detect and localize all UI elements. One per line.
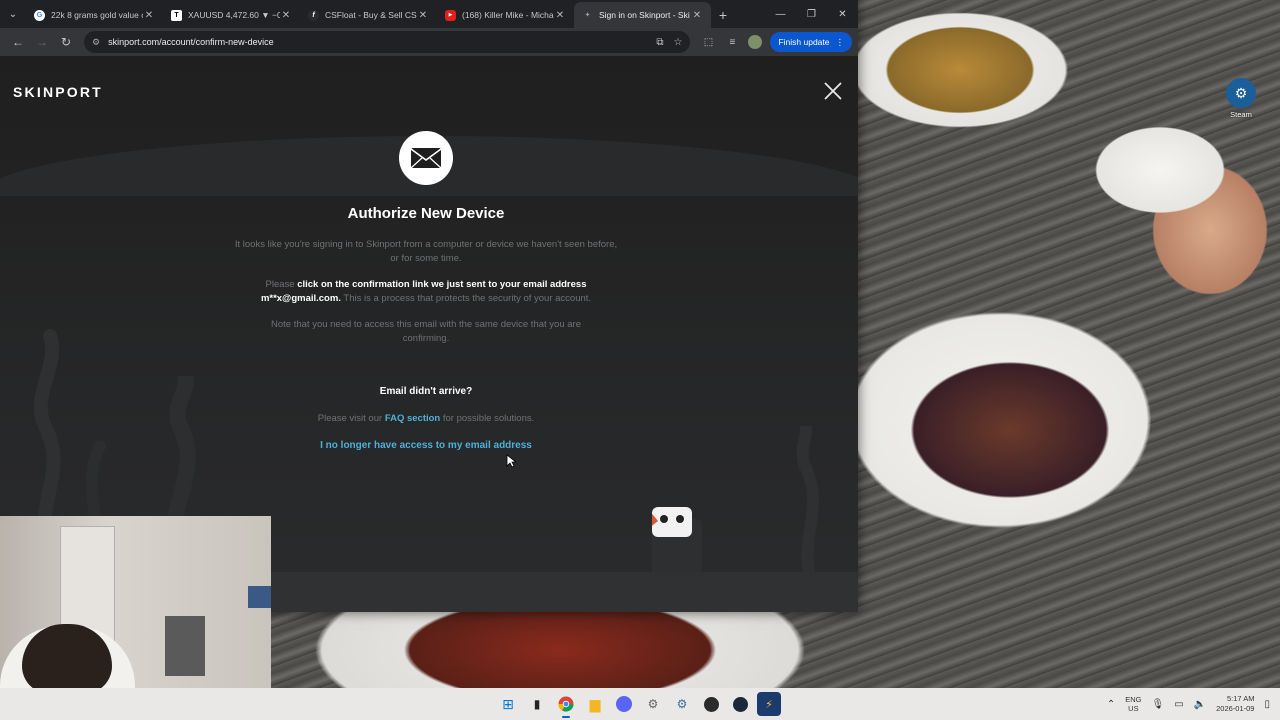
url-text: skinport.com/account/confirm-new-device [108, 37, 274, 47]
tab-strip: ⌄ G 22k 8 grams gold value c ✕ T XAUUSD … [0, 0, 858, 28]
auth-panel: Authorize New Device It looks like you'r… [226, 131, 626, 453]
steam-label: Steam [1230, 110, 1252, 119]
install-app-icon[interactable]: ⧉ [656, 37, 663, 48]
browser-toolbar: ← → ↻ ⚙ skinport.com/account/confirm-new… [0, 28, 858, 56]
restore-icon[interactable]: ❐ [796, 0, 827, 28]
finish-update-button[interactable]: Finish update ⋮ [770, 32, 852, 52]
start-windows-icon[interactable]: ⊞ [496, 692, 520, 716]
profile-avatar[interactable] [748, 35, 763, 49]
seaweed-right-icon [796, 426, 819, 576]
back-icon[interactable]: ← [6, 30, 30, 54]
bookmark-star-icon[interactable]: ☆ [673, 37, 682, 48]
instruction-prefix: Please [265, 279, 298, 290]
extensions-icon[interactable]: ⬚ [696, 30, 720, 54]
language-indicator[interactable]: ENG US [1125, 695, 1141, 713]
tradingview-icon: T [171, 9, 182, 21]
close-icon[interactable]: ✕ [280, 10, 292, 21]
clock-date: 2026-01-09 [1216, 704, 1255, 713]
close-icon[interactable]: ✕ [554, 10, 566, 21]
mouse-cursor-icon [506, 454, 516, 468]
tab-search-icon[interactable]: ⌄ [0, 0, 26, 28]
app-lightning-icon[interactable]: ⚡ [757, 692, 781, 716]
tab-title: Sign in on Skinport - Ski [599, 10, 690, 20]
network-icon[interactable]: ▭ [1174, 699, 1183, 710]
envelope-icon [399, 131, 453, 185]
close-icon[interactable]: ✕ [691, 10, 703, 21]
tab-title: CSFloat - Buy & Sell CS2 [325, 10, 417, 20]
volume-icon[interactable]: 🔈 [1194, 699, 1206, 710]
skinport-logo[interactable]: SKINPORT [13, 84, 103, 100]
google-icon: G [34, 9, 45, 21]
skinport-icon: ✦ [584, 12, 591, 19]
same-device-note: Note that you need to access this email … [271, 319, 581, 344]
webcam-head [22, 624, 112, 694]
tab-title: (168) Killer Mike - Micha [462, 10, 554, 20]
faq-prefix: Please visit our [317, 413, 385, 424]
steam-desktop-shortcut[interactable]: ⚙ Steam [1224, 78, 1258, 119]
steam-taskbar-icon[interactable] [728, 692, 752, 716]
address-bar[interactable]: ⚙ skinport.com/account/confirm-new-devic… [84, 31, 691, 53]
page-title: Authorize New Device [347, 205, 505, 222]
notifications-icon[interactable]: ▯ [1264, 699, 1270, 710]
close-icon[interactable]: ✕ [143, 10, 155, 21]
finish-update-label: Finish update [778, 37, 830, 47]
tab-title: XAUUSD 4,472.60 ▼ −0. [188, 10, 280, 20]
reload-icon[interactable]: ↻ [54, 30, 78, 54]
tab-csfloat[interactable]: f CSFloat - Buy & Sell CS2 ✕ [300, 2, 437, 28]
close-icon[interactable] [822, 80, 844, 102]
app-gear-icon[interactable]: ⚙ [670, 692, 694, 716]
faq-link[interactable]: FAQ section [385, 413, 440, 424]
webcam-cabinet [165, 616, 205, 676]
microphone-icon[interactable]: 🎙 [1152, 699, 1165, 710]
no-email-access-link[interactable]: I no longer have access to my email addr… [320, 440, 532, 451]
instruction-suffix: This is a process that protects the secu… [340, 293, 592, 304]
file-explorer-icon[interactable]: ▆ [583, 692, 607, 716]
tab-skinport[interactable]: ✦ Sign in on Skinport - Ski ✕ [574, 2, 711, 28]
taskbar-apps: ⊞ ▮ ▆ ⚙ ⚙ ⚡ [496, 692, 781, 718]
taskbar: ⊞ ▮ ▆ ⚙ ⚙ ⚡ ⌃ ENG US 🎙 ▭ 🔈 5:17 AM 2026-… [0, 688, 1280, 720]
system-tray: ⌃ ENG US 🎙 ▭ 🔈 5:17 AM 2026-01-09 ▯ [1107, 688, 1270, 720]
faq-text: Please visit our FAQ section for possibl… [226, 413, 626, 424]
clock-time: 5:17 AM [1226, 694, 1255, 703]
reading-list-icon[interactable]: ≡ [720, 30, 744, 54]
language-code: ENG [1125, 695, 1142, 704]
intro-text: It looks like you're signing in to Skinp… [234, 239, 618, 264]
close-window-icon[interactable]: ✕ [827, 0, 858, 28]
obs-icon[interactable] [699, 692, 723, 716]
instruction-text: Please click on the confirmation link we… [226, 278, 626, 306]
tab-title: 22k 8 grams gold value c [51, 10, 143, 20]
tab-youtube[interactable]: ▶ (168) Killer Mike - Micha ✕ [437, 2, 574, 28]
youtube-icon: ▶ [445, 9, 456, 21]
close-icon[interactable]: ✕ [417, 10, 429, 21]
discord-icon[interactable] [612, 692, 636, 716]
new-tab-button[interactable]: + [711, 2, 735, 28]
settings-gear-icon[interactable]: ⚙ [641, 692, 665, 716]
language-region: US [1128, 704, 1139, 713]
chevron-up-icon[interactable]: ⌃ [1107, 699, 1115, 710]
csfloat-icon: f [308, 9, 319, 21]
tab-tradingview[interactable]: T XAUUSD 4,472.60 ▼ −0. ✕ [163, 2, 300, 28]
terminal-icon[interactable]: ▮ [525, 692, 549, 716]
tab-google[interactable]: G 22k 8 grams gold value c ✕ [26, 2, 163, 28]
site-info-icon[interactable]: ⚙ [92, 37, 100, 48]
more-menu-icon: ⋮ [835, 36, 845, 47]
window-controls: — ❐ ✕ [765, 0, 858, 28]
webcam-monitor [248, 586, 271, 608]
steam-icon: ⚙ [1226, 78, 1256, 108]
clock[interactable]: 5:17 AM 2026-01-09 [1216, 694, 1254, 714]
forward-icon[interactable]: → [30, 30, 54, 54]
email-not-arrived-heading: Email didn't arrive? [379, 386, 473, 397]
minimize-icon[interactable]: — [765, 0, 796, 28]
chrome-icon[interactable] [554, 692, 578, 718]
faq-suffix: for possible solutions. [440, 413, 535, 424]
